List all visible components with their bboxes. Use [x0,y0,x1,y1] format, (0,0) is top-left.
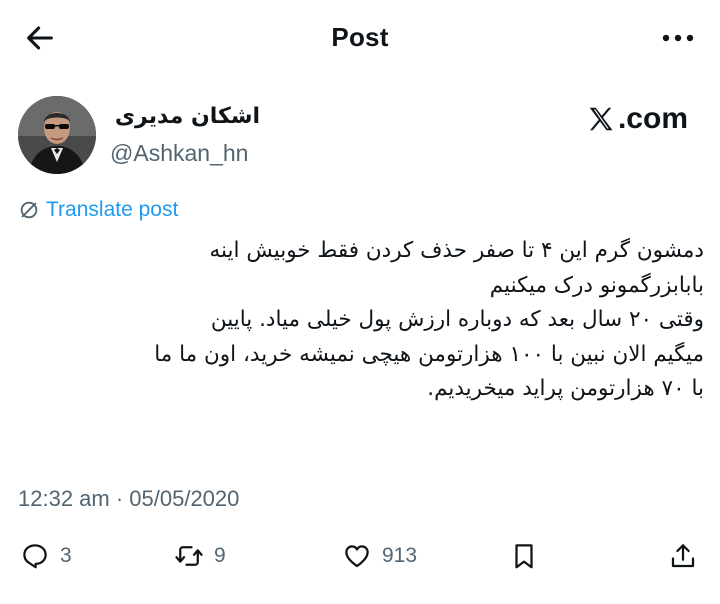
heart-icon [345,545,369,568]
bookmark-button[interactable] [509,534,539,578]
post-text-line: میگیم الان نبین با ۱۰۰ هزارتومن هیچی نمی… [154,341,704,367]
top-bar: Post [0,0,720,76]
more-horizontal-icon [662,34,694,42]
x-com-label: .com [617,102,688,135]
share-button[interactable] [668,534,698,578]
x-logo-icon [589,107,613,131]
more-options-button[interactable] [658,22,698,54]
bookmark-icon [515,544,533,569]
translate-post-link[interactable]: Translate post [18,198,178,222]
repost-arrows-icon [175,546,203,566]
translate-label: Translate post [46,198,179,221]
avatar[interactable] [18,96,96,174]
reply-count: 3 [60,544,72,567]
repost-count: 9 [214,544,226,567]
post-text-line: با ۷۰ هزارتومن پراید میخریدیم. [427,376,704,401]
globe-slash-icon [20,201,38,219]
post-text-line: بابابزرگمونو درک میکنیم [489,272,704,298]
post-text-line: وقتی ۲۰ سال بعد که دوباره ارزش پول خیلی … [210,307,704,332]
reply-button[interactable]: 3 [20,534,72,578]
post-text-line: دمشون گرم این ۴ تا صفر حذف کردن فقط خوبی… [209,238,704,263]
like-count: 913 [382,544,418,567]
author-handle[interactable]: @Ashkan_hn [110,140,248,167]
post-timestamp[interactable]: 12:32 am · 05/05/2020 [18,486,239,512]
author-display-name[interactable]: اشکان مدیری [110,104,260,129]
like-button[interactable]: 913 [342,534,417,578]
repost-button[interactable]: 9 [174,534,226,578]
speech-bubble-icon [23,544,47,569]
page-title: Post [331,22,389,52]
post-body: دمشون گرم این ۴ تا صفر حذف کردن فقط خوبی… [18,234,704,407]
share-upload-icon [671,544,695,568]
author-header: اشکان مدیری @Ashkan_hn .com [18,96,702,176]
action-bar: 3 9 913 [0,534,720,578]
x-com-watermark: .com [586,102,688,136]
